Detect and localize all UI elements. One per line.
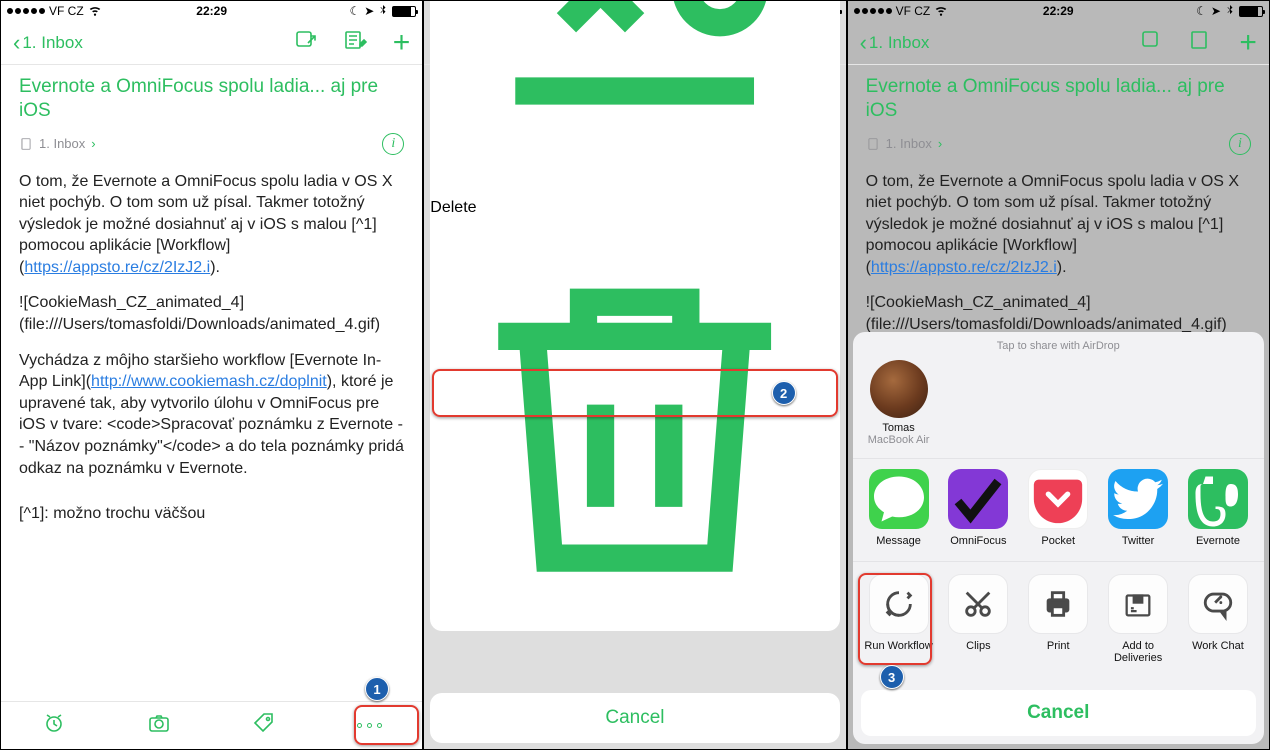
tag-icon[interactable] <box>252 711 276 740</box>
note-content[interactable]: O tom, že Evernote a OmniFocus spolu lad… <box>19 171 404 525</box>
screen-action-menu: VF CZ 22:29 ☾ ➤ ‹1. Inbox + Evernote a O… <box>423 0 846 750</box>
status-bar: VF CZ 22:29 ☾ ➤ <box>1 1 422 21</box>
workflow-icon <box>869 574 929 634</box>
share-app-omnifocus[interactable]: OmniFocus <box>942 469 1014 547</box>
action-clips[interactable]: Clips <box>942 574 1014 664</box>
notebook-name: 1. Inbox <box>39 136 85 151</box>
footnote: [^1]: možno trochu väčšou <box>19 503 404 525</box>
nav-bar: ‹ 1. Inbox + <box>1 21 422 65</box>
menu-simplify[interactable]: Simplify Formatting <box>430 0 839 199</box>
evernote-icon <box>1188 469 1248 529</box>
more-menu-button[interactable] <box>357 723 382 728</box>
twitter-icon <box>1108 469 1168 529</box>
note-body: Evernote a OmniFocus spolu ladia... aj p… <box>1 65 422 701</box>
new-note-icon[interactable]: + <box>393 34 411 52</box>
status-bar: VF CZ 22:29 ☾➤ <box>848 1 1269 21</box>
notebook-icon <box>19 137 33 151</box>
callout-3: 3 <box>880 665 904 689</box>
back-label: 1. Inbox <box>22 33 83 53</box>
airdrop-hint: Tap to share with AirDrop <box>853 340 1264 352</box>
notebook-crumb[interactable]: 1. Inbox › <box>19 136 96 151</box>
callout-1: 1 <box>365 677 389 701</box>
menu-cancel[interactable]: Cancel <box>430 693 839 743</box>
action-workchat[interactable]: Work Chat <box>1182 574 1254 664</box>
status-time: 22:29 <box>1 4 422 18</box>
action-print[interactable]: Print <box>1022 574 1094 664</box>
pocket-icon <box>1028 469 1088 529</box>
share-actions-row: Run Workflow Clips Print Add to Deliveri… <box>853 562 1264 682</box>
print-icon <box>1028 574 1088 634</box>
edit-note-icon[interactable] <box>343 28 367 57</box>
omnifocus-icon <box>948 469 1008 529</box>
reminder-icon[interactable] <box>42 711 66 740</box>
share-apps-row: Message OmniFocus Pocket Twitter Evernot… <box>853 458 1264 562</box>
bottom-toolbar <box>1 701 422 749</box>
share-cancel-button[interactable]: Cancel <box>861 690 1256 736</box>
link-workflow-appstore[interactable]: https://appsto.re/cz/2IzJ2.i <box>24 259 210 276</box>
share-app-message[interactable]: Message <box>863 469 935 547</box>
action-deliveries[interactable]: Add to Deliveries <box>1102 574 1174 664</box>
info-icon[interactable]: i <box>382 133 404 155</box>
trash-icon <box>430 613 839 630</box>
share-app-evernote[interactable]: Evernote <box>1182 469 1254 547</box>
message-icon <box>869 469 929 529</box>
avatar-icon <box>870 360 928 418</box>
battery-icon <box>392 6 416 17</box>
link-cookiemash[interactable]: http://www.cookiemash.cz/doplnit <box>91 373 327 390</box>
note-title: Evernote a OmniFocus spolu ladia... aj p… <box>19 75 404 123</box>
workchat-icon <box>1188 574 1248 634</box>
screen-note-view: VF CZ 22:29 ☾ ➤ ‹ 1. Inbox + Evernote a … <box>0 0 423 750</box>
clips-icon <box>948 574 1008 634</box>
share-app-twitter[interactable]: Twitter <box>1102 469 1174 547</box>
simplify-icon <box>430 181 839 198</box>
ios-share-sheet: Tap to share with AirDrop Tomas MacBook … <box>853 332 1264 744</box>
airdrop-contact[interactable]: Tomas MacBook Air <box>865 360 933 446</box>
camera-icon[interactable] <box>147 711 171 740</box>
action-sheet: Share Present Add to Shortcuts Duplicate… <box>430 0 839 631</box>
back-button[interactable]: ‹ 1. Inbox <box>13 32 83 54</box>
screen-share-sheet: VF CZ 22:29 ☾➤ ‹1. Inbox + Evernote a Om… <box>847 0 1270 750</box>
callout-2: 2 <box>772 381 796 405</box>
share-app-pocket[interactable]: Pocket <box>1022 469 1094 547</box>
share-note-icon[interactable] <box>293 28 317 57</box>
chevron-left-icon: ‹ <box>13 32 20 54</box>
chevron-right-icon: › <box>91 136 95 151</box>
deliveries-icon <box>1108 574 1168 634</box>
menu-delete[interactable]: Delete <box>430 199 839 631</box>
action-run-workflow[interactable]: Run Workflow <box>863 574 935 664</box>
